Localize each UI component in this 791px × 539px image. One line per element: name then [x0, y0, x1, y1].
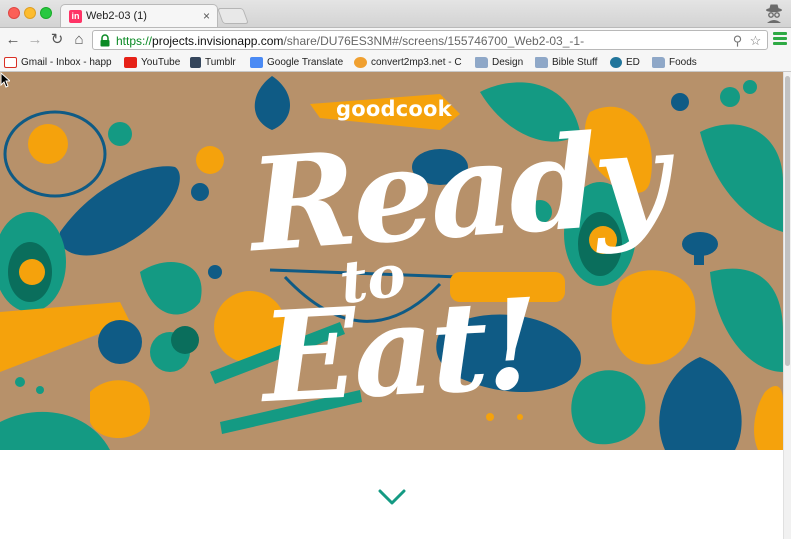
scroll-down-chevron-icon[interactable]	[378, 488, 406, 506]
wordpress-icon	[610, 57, 622, 68]
new-tab-button[interactable]	[217, 8, 249, 24]
gmail-icon	[4, 57, 17, 68]
close-window-button[interactable]	[8, 7, 20, 19]
translate-icon	[250, 57, 263, 68]
back-arrow-icon[interactable]: ←	[4, 31, 22, 49]
hero-banner: goodcook Ready to Eat!	[0, 72, 783, 450]
browser-toolbar: ← → ↻ ⌂ https://projects.invisionapp.com…	[0, 27, 791, 52]
bookmark-label: Foods	[669, 57, 697, 68]
address-bar[interactable]: https://projects.invisionapp.com/share/D…	[92, 30, 768, 50]
tomato-bottom	[90, 380, 150, 439]
bookmark-label: Google Translate	[267, 57, 344, 68]
lock-icon	[100, 34, 110, 47]
bookmark-folder-bible-stuff[interactable]: Bible Stuff	[535, 55, 597, 70]
url-scheme: https://	[116, 34, 153, 48]
mouse-cursor-icon	[0, 72, 10, 88]
folder-icon	[475, 57, 488, 68]
bookmark-label: Tumblr	[205, 57, 236, 68]
bookmark-label: ED	[626, 57, 640, 68]
onion-shape	[254, 76, 290, 130]
page-scrollbar[interactable]	[783, 72, 791, 539]
home-icon[interactable]: ⌂	[70, 31, 88, 49]
bookmark-tumblr[interactable]: Tumblr	[190, 55, 236, 70]
egg-yolk	[28, 124, 68, 164]
onion-bottom	[659, 357, 742, 450]
bookmark-label: Gmail - Inbox - happ	[21, 57, 112, 68]
broccoli-shape	[108, 122, 132, 146]
bookmark-convert2mp3[interactable]: convert2mp3.net - C	[354, 55, 462, 70]
greens-right	[700, 124, 783, 232]
hero-headline-ready: Ready	[245, 102, 670, 282]
bookmarks-bar: Gmail - Inbox - happ YouTube Tumblr Goog…	[0, 52, 791, 72]
tab-title: Web2-03 (1)	[86, 10, 147, 22]
youtube-icon	[124, 57, 137, 68]
bookmark-ed[interactable]: ED	[610, 55, 640, 70]
url-path: /share/DU76ES3NM#/screens/155746700_Web2…	[283, 34, 585, 48]
bookmark-gmail[interactable]: Gmail - Inbox - happ	[4, 55, 112, 70]
convert-icon	[354, 57, 367, 68]
page-content: goodcook Ready to Eat!	[0, 72, 783, 539]
radish-shape	[98, 320, 142, 364]
browser-tab[interactable]: in Web2-03 (1) ×	[60, 4, 218, 28]
maximize-window-button[interactable]	[40, 7, 52, 19]
folder-icon	[535, 57, 548, 68]
bookmark-google-translate[interactable]: Google Translate	[250, 55, 343, 70]
tab-close-icon[interactable]: ×	[203, 9, 210, 23]
title-bar: in Web2-03 (1) ×	[0, 0, 791, 28]
apple-shape	[571, 370, 646, 445]
zoom-icon[interactable]: ⚲	[730, 33, 745, 48]
bookmark-folder-design[interactable]: Design	[475, 55, 523, 70]
bookmark-label: Design	[492, 57, 524, 68]
folder-icon	[652, 57, 665, 68]
eggplant-shape	[59, 166, 180, 256]
greens-left	[140, 262, 202, 315]
incognito-profile-icon[interactable]	[763, 2, 785, 24]
bookmark-star-icon[interactable]: ☆	[748, 33, 763, 48]
bookmark-youtube[interactable]: YouTube	[124, 55, 180, 70]
tumblr-icon	[190, 57, 201, 68]
bookmark-label: YouTube	[141, 57, 181, 68]
scrollbar-thumb[interactable]	[785, 76, 790, 366]
bookmark-label: Bible Stuff	[552, 57, 598, 68]
bookmark-folder-foods[interactable]: Foods	[652, 55, 697, 70]
url-host: projects.invisionapp.com	[152, 34, 284, 48]
forward-arrow-icon[interactable]: →	[26, 31, 44, 49]
pepper-shape	[611, 270, 696, 365]
hero-headline-eat: Eat!	[258, 271, 541, 432]
reload-icon[interactable]: ↻	[48, 31, 66, 49]
url-text: https://projects.invisionapp.com/share/D…	[116, 34, 584, 48]
invision-favicon-icon: in	[69, 10, 82, 23]
minimize-window-button[interactable]	[24, 7, 36, 19]
bookmark-label: convert2mp3.net - C	[371, 57, 462, 68]
chrome-menu-icon[interactable]	[773, 32, 787, 48]
